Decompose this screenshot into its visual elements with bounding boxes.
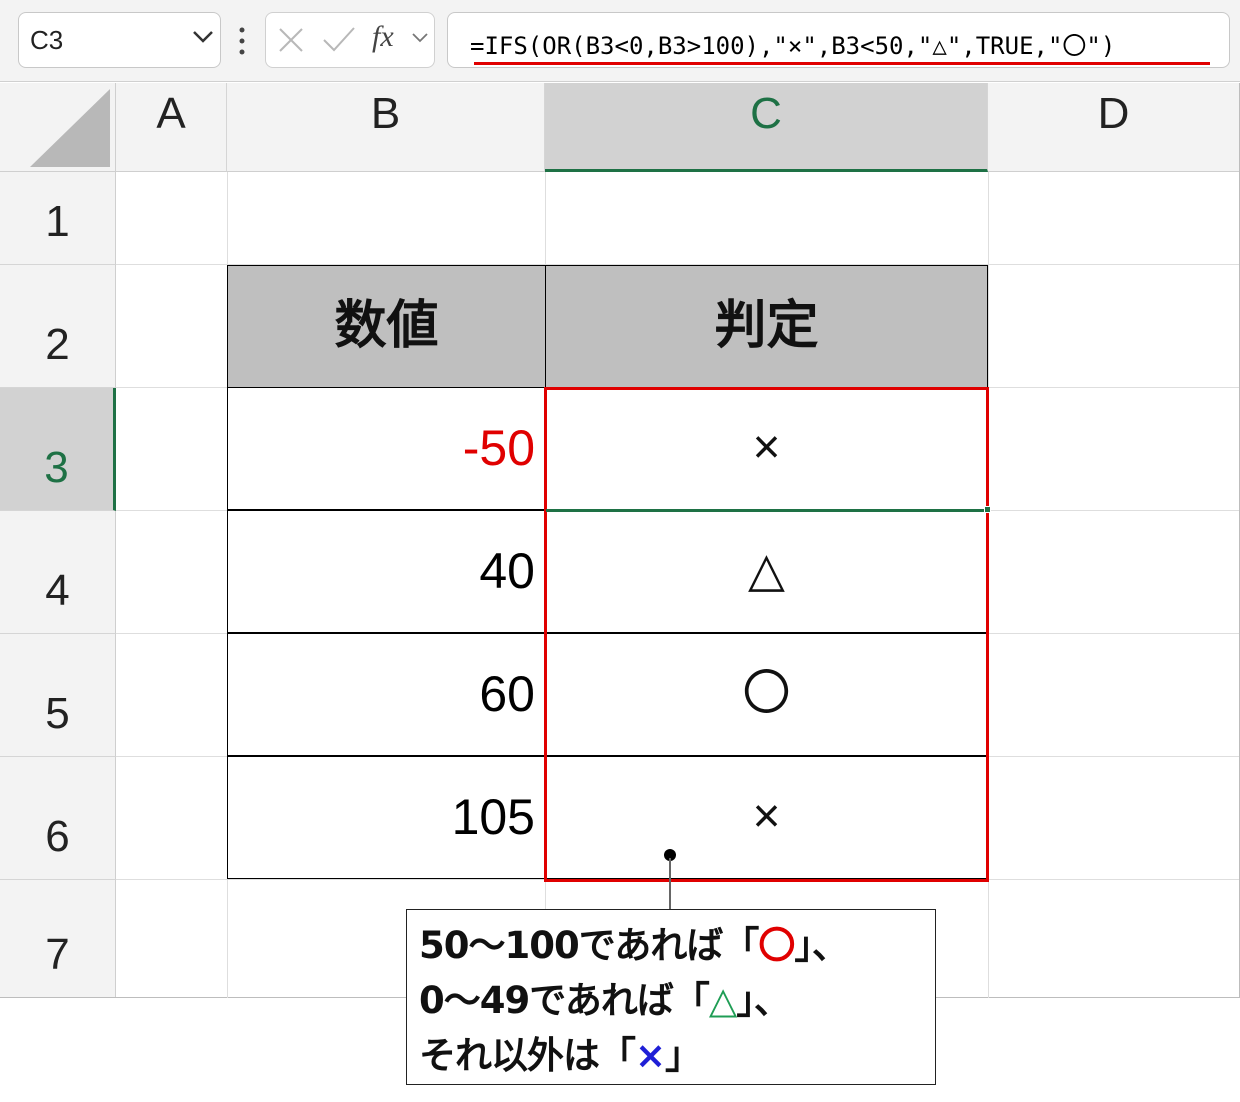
row-header-4[interactable]: 4: [0, 511, 116, 634]
cell-b3[interactable]: -50: [227, 387, 546, 510]
circle-symbol: 〇: [758, 924, 795, 967]
callout-line-3: それ以外は「×」: [419, 1028, 923, 1083]
row-header-6[interactable]: 6: [0, 757, 116, 880]
table-header-value[interactable]: 数値: [227, 265, 546, 388]
callout-text: 」: [665, 1034, 702, 1077]
table-header-judgement[interactable]: 判定: [545, 265, 988, 388]
highlight-box: [544, 387, 989, 882]
row-header-2[interactable]: 2: [0, 265, 116, 388]
chevron-down-icon[interactable]: [192, 30, 214, 44]
row-header-1[interactable]: 1: [0, 172, 116, 265]
callout-leader-line: [669, 858, 671, 910]
formula-highlight-underline: [474, 62, 1210, 65]
callout-line-1: 50～100であれば「〇」、: [419, 918, 923, 973]
cell-b6[interactable]: 105: [227, 756, 546, 879]
callout-text: 0～49であれば「: [419, 979, 710, 1022]
active-cell-indicator: [546, 509, 987, 512]
name-box-value: C3: [30, 25, 64, 55]
chevron-down-icon[interactable]: [412, 33, 428, 43]
cancel-icon[interactable]: [277, 26, 305, 54]
column-header-b[interactable]: B: [227, 83, 545, 172]
select-all-corner[interactable]: [0, 83, 116, 172]
callout-box: 50～100であれば「〇」、 0～49であれば「△」、 それ以外は「×」: [406, 909, 936, 1085]
row-header-3[interactable]: 3: [0, 388, 116, 511]
row-header-5[interactable]: 5: [0, 634, 116, 757]
callout-line-2: 0～49であれば「△」、: [419, 973, 923, 1028]
cross-symbol: ×: [635, 1034, 666, 1077]
column-header-d[interactable]: D: [988, 83, 1240, 172]
enter-check-icon[interactable]: [322, 25, 356, 53]
callout-text: 」、: [794, 924, 848, 967]
column-header-c[interactable]: C: [545, 83, 988, 172]
column-header-a[interactable]: A: [116, 83, 227, 172]
insert-function-icon[interactable]: fx: [372, 20, 394, 54]
cell-b5[interactable]: 60: [227, 633, 546, 756]
callout-text: 」、: [736, 979, 790, 1022]
triangle-symbol: △: [708, 979, 737, 1022]
formula-text: =IFS(OR(B3<0,B3>100),"×",B3<50,"△",TRUE,…: [470, 32, 1116, 60]
more-options-icon[interactable]: [236, 24, 248, 58]
fill-handle[interactable]: [984, 506, 991, 513]
callout-text: それ以外は「: [419, 1034, 636, 1077]
row-header-7[interactable]: 7: [0, 880, 116, 998]
cell-b4[interactable]: 40: [227, 510, 546, 633]
callout-text: 50～100であれば「: [419, 924, 759, 967]
select-all-triangle-icon: [30, 89, 110, 167]
